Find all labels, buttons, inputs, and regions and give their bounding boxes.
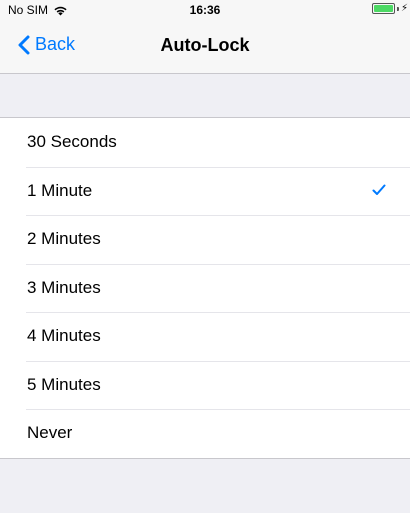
option-row[interactable]: 5 Minutes (0, 360, 410, 410)
option-label: 30 Seconds (27, 132, 117, 151)
status-bar: No SIM 16:36 ⚡ (0, 0, 410, 20)
option-label: 3 Minutes (27, 277, 101, 297)
status-right: ⚡ (371, 3, 408, 14)
option-label: 2 Minutes (27, 229, 101, 248)
battery-icon (371, 3, 395, 14)
navigation-bar: Back Auto-Lock (0, 20, 410, 74)
option-label: 5 Minutes (27, 374, 101, 394)
battery-level (373, 5, 393, 12)
option-label: 4 Minutes (27, 326, 101, 345)
battery-cap (396, 6, 399, 11)
option-row[interactable]: 3 Minutes (0, 263, 410, 313)
option-label: Never (27, 423, 73, 442)
option-label: 1 Minute (27, 180, 93, 200)
checkmark-icon (372, 184, 386, 195)
option-row[interactable]: 4 Minutes (0, 312, 410, 361)
option-row[interactable]: Never (0, 409, 410, 458)
status-time: 16:36 (189, 3, 221, 17)
settings-screen: No SIM 16:36 ⚡ Back Auto-Lock 30 Seconds… (0, 0, 410, 513)
option-row[interactable]: 30 Seconds (0, 118, 410, 167)
option-row[interactable]: 1 Minute (0, 166, 410, 216)
auto-lock-options-list: 30 Seconds 1 Minute 2 Minutes 3 Minutes … (0, 117, 410, 459)
option-row[interactable]: 2 Minutes (0, 215, 410, 264)
charging-bolt-icon: ⚡ (400, 3, 408, 14)
page-title: Auto-Lock (160, 35, 250, 55)
